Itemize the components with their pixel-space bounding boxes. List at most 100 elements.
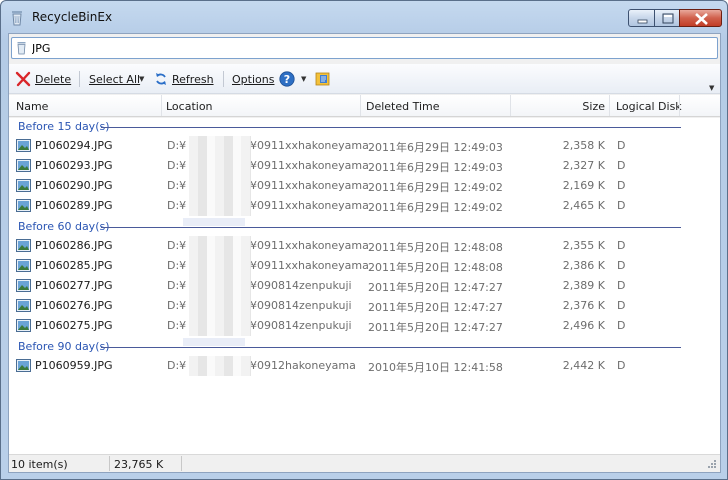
file-location-suffix: ¥0911xxhakoneyama xyxy=(250,199,369,212)
file-location-prefix: D:¥ xyxy=(167,159,187,172)
help-question-icon: ? xyxy=(279,71,295,87)
toolbar-overflow-icon[interactable]: ▼ xyxy=(709,84,714,92)
group-header-label[interactable]: Before 60 day(s) xyxy=(18,220,110,233)
file-list: Before 15 day(s) P1060294.JPG D:¥ ¥0911x… xyxy=(9,118,720,454)
list-item[interactable]: P1060959.JPG D:¥ ¥0912hakoneyama 2010年5月… xyxy=(9,356,720,376)
group-header-label[interactable]: Before 15 day(s) xyxy=(18,120,110,133)
file-location-prefix: D:¥ xyxy=(167,259,187,272)
minimize-icon xyxy=(637,19,648,24)
column-location[interactable]: Location xyxy=(166,100,213,113)
file-size: 2,376 K xyxy=(562,299,605,312)
deleted-time: 2011年6月29日 12:49:03 xyxy=(368,161,503,174)
file-name: P1060277.JPG xyxy=(35,279,113,292)
logical-disk: D xyxy=(617,139,626,152)
chevron-down-icon: ▼ xyxy=(301,75,307,83)
select-all-label: Select All xyxy=(89,72,141,86)
redaction-blur xyxy=(183,218,245,226)
list-item[interactable]: P1060286.JPG D:¥ ¥0911xxhakoneyama 2011年… xyxy=(9,236,720,256)
notes-button[interactable] xyxy=(315,70,331,88)
status-bar: 10 item(s) 23,765 K xyxy=(9,454,720,472)
redaction-blur xyxy=(189,136,251,216)
file-location-prefix: D:¥ xyxy=(167,199,187,212)
file-size: 2,169 K xyxy=(562,179,605,192)
deleted-time: 2011年5月20日 12:47:27 xyxy=(368,321,503,334)
search-input[interactable] xyxy=(32,40,712,56)
column-deleted-time[interactable]: Deleted Time xyxy=(366,100,440,113)
list-item[interactable]: P1060275.JPG D:¥ ¥090814zenpukuji 2011年5… xyxy=(9,316,720,336)
refresh-button[interactable]: Refresh xyxy=(154,70,214,88)
file-name: P1060276.JPG xyxy=(35,299,113,312)
recycle-bin-icon xyxy=(12,11,22,26)
column-divider[interactable] xyxy=(679,95,680,116)
column-logical-disk[interactable]: Logical Disk xyxy=(616,100,682,113)
file-location-suffix: ¥0911xxhakoneyama xyxy=(250,259,369,272)
file-location-suffix: ¥090814zenpukuji xyxy=(250,299,352,312)
logical-disk: D xyxy=(617,319,626,332)
list-item[interactable]: P1060290.JPG D:¥ ¥0911xxhakoneyama 2011年… xyxy=(9,176,720,196)
column-size[interactable]: Size xyxy=(529,100,605,113)
options-label: Options xyxy=(232,72,275,86)
maximize-button[interactable] xyxy=(654,9,680,27)
column-name[interactable]: Name xyxy=(16,100,48,113)
select-all-dropdown[interactable]: ▼ xyxy=(139,70,144,88)
column-divider[interactable] xyxy=(360,95,361,116)
list-item[interactable]: P1060277.JPG D:¥ ¥090814zenpukuji 2011年5… xyxy=(9,276,720,296)
group-divider xyxy=(101,127,681,128)
deleted-time: 2011年5月20日 12:48:08 xyxy=(368,241,503,254)
help-button[interactable]: ? xyxy=(279,70,295,88)
file-location-prefix: D:¥ xyxy=(167,359,187,372)
resize-grip-icon[interactable] xyxy=(707,459,717,469)
image-file-icon xyxy=(16,319,31,332)
options-button[interactable]: Options xyxy=(232,70,274,88)
help-dropdown[interactable]: ▼ xyxy=(301,70,306,88)
search-box[interactable] xyxy=(11,37,718,59)
file-size: 2,386 K xyxy=(562,259,605,272)
minimize-button[interactable] xyxy=(628,9,655,27)
logical-disk: D xyxy=(617,239,626,252)
file-size: 2,465 K xyxy=(562,199,605,212)
close-button[interactable] xyxy=(679,9,722,27)
file-location-suffix: ¥0912hakoneyama xyxy=(250,359,356,372)
file-size: 2,355 K xyxy=(562,239,605,252)
list-item[interactable]: P1060289.JPG D:¥ ¥0911xxhakoneyama 2011年… xyxy=(9,196,720,216)
image-file-icon xyxy=(16,279,31,292)
column-divider[interactable] xyxy=(609,95,610,116)
file-location-suffix: ¥0911xxhakoneyama xyxy=(250,139,369,152)
list-item[interactable]: P1060294.JPG D:¥ ¥0911xxhakoneyama 2011年… xyxy=(9,136,720,156)
column-divider[interactable] xyxy=(161,95,162,116)
list-item[interactable]: P1060285.JPG D:¥ ¥0911xxhakoneyama 2011年… xyxy=(9,256,720,276)
file-name: P1060293.JPG xyxy=(35,159,113,172)
status-divider xyxy=(109,456,110,471)
group-header-label[interactable]: Before 90 day(s) xyxy=(18,340,110,353)
redaction-blur xyxy=(189,236,251,336)
file-name: P1060285.JPG xyxy=(35,259,113,272)
logical-disk: D xyxy=(617,359,626,372)
status-item-count: 10 item(s) xyxy=(11,458,68,471)
select-all-button[interactable]: Select All xyxy=(89,70,140,88)
client-area: Delete Select All ▼ Refresh Options xyxy=(8,33,721,473)
logical-disk: D xyxy=(617,279,626,292)
column-divider[interactable] xyxy=(510,95,511,116)
file-size: 2,389 K xyxy=(562,279,605,292)
list-item[interactable]: P1060276.JPG D:¥ ¥090814zenpukuji 2011年5… xyxy=(9,296,720,316)
title-bar[interactable]: RecycleBinEx xyxy=(1,1,727,33)
delete-button[interactable]: Delete xyxy=(15,70,71,88)
file-name: P1060289.JPG xyxy=(35,199,113,212)
recycle-bin-icon xyxy=(17,42,26,55)
file-size: 2,496 K xyxy=(562,319,605,332)
image-file-icon xyxy=(16,179,31,192)
close-icon xyxy=(695,13,708,25)
file-location-suffix: ¥090814zenpukuji xyxy=(250,279,352,292)
app-window: RecycleBinEx Delete Select All xyxy=(0,0,728,480)
delete-x-icon xyxy=(15,71,31,87)
file-name: P1060290.JPG xyxy=(35,179,113,192)
file-size: 2,358 K xyxy=(562,139,605,152)
file-location-prefix: D:¥ xyxy=(167,319,187,332)
image-file-icon xyxy=(16,159,31,172)
deleted-time: 2011年6月29日 12:49:03 xyxy=(368,141,503,154)
image-file-icon xyxy=(16,299,31,312)
list-item[interactable]: P1060293.JPG D:¥ ¥0911xxhakoneyama 2011年… xyxy=(9,156,720,176)
redaction-blur xyxy=(183,338,245,346)
image-file-icon xyxy=(16,199,31,212)
toolbar-separator xyxy=(79,71,80,87)
